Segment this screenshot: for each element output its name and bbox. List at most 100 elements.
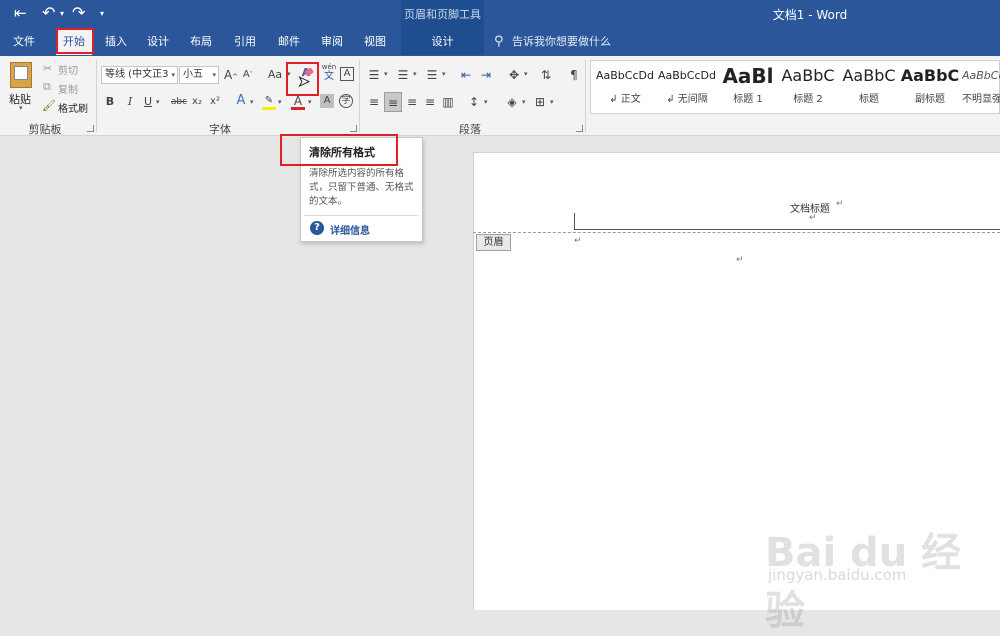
tell-me-search[interactable]: 告诉我你想要做什么 — [512, 28, 611, 55]
chevron-down-icon[interactable]: ▾ — [384, 70, 388, 78]
tooltip-divider — [304, 215, 419, 216]
chevron-down-icon[interactable]: ▾ — [550, 98, 554, 106]
character-border-icon[interactable]: A — [340, 67, 354, 81]
paragraph-mark: ↵ — [836, 199, 844, 209]
help-icon[interactable]: ? — [310, 221, 324, 235]
chevron-down-icon[interactable]: ▾ — [156, 98, 160, 106]
context-group-title: 页眉和页脚工具 — [404, 8, 481, 21]
chevron-down-icon[interactable]: ▾ — [250, 98, 254, 106]
paragraph-group-label: 段落 — [459, 123, 481, 136]
italic-button[interactable]: I — [123, 93, 137, 111]
font-size-combo[interactable]: 小五 ▾ — [179, 66, 219, 84]
borders-icon[interactable]: ⊞ — [532, 93, 548, 111]
multilevel-list-icon[interactable]: ☰ — [424, 66, 440, 84]
style-name: 副标题 — [915, 94, 945, 105]
increase-indent-icon[interactable]: ⇥ — [478, 66, 494, 84]
style-preview: AaBbC — [842, 66, 896, 85]
font-group-label: 字体 — [209, 123, 231, 136]
tab-insert[interactable]: 插入 — [99, 28, 133, 55]
change-case-button[interactable]: Aa — [265, 66, 285, 84]
tab-view[interactable]: 视图 — [358, 28, 392, 55]
text-effects-icon[interactable]: A — [234, 92, 248, 110]
grow-font-icon[interactable]: A^ — [223, 66, 239, 84]
phonetic-pinyin: wén — [321, 63, 337, 71]
font-name-combo[interactable]: 等线 (中文正3 ▾ — [101, 66, 178, 84]
underline-button[interactable]: U — [141, 93, 155, 111]
style-heading-2[interactable]: AaBbC 标题 2 — [778, 62, 838, 110]
justify-icon[interactable]: ≡ — [422, 93, 438, 111]
style-subtitle[interactable]: AaBbC 副标题 — [900, 62, 960, 110]
tab-layout[interactable]: 布局 — [184, 28, 218, 55]
format-painter-icon[interactable]: 🖌 — [42, 99, 56, 112]
enclose-characters-icon[interactable]: 字 — [339, 94, 353, 108]
character-shading-icon[interactable]: A — [320, 94, 334, 108]
decrease-indent-icon[interactable]: ⇤ — [458, 66, 474, 84]
font-size-value: 小五 — [183, 69, 203, 80]
style-preview: AaBbCcDd — [658, 69, 716, 82]
tab-review[interactable]: 审阅 — [315, 28, 349, 55]
align-left-icon[interactable]: ≡ — [366, 93, 382, 111]
line-spacing-icon[interactable]: ↕ — [466, 93, 482, 111]
shrink-font-icon[interactable]: Aˇ — [241, 66, 255, 84]
cut-icon[interactable]: ✂ — [43, 62, 52, 75]
header-margin-mark — [574, 213, 575, 230]
style-name: 标题 — [859, 94, 879, 105]
chinese-layout-icon[interactable]: ✥ — [506, 66, 522, 84]
cut-button[interactable]: 剪切 — [58, 62, 78, 77]
paragraph-launcher-icon[interactable] — [576, 125, 583, 132]
tooltip-more-info-link[interactable]: 详细信息 — [330, 222, 370, 237]
highlight-color-swatch — [262, 107, 276, 110]
distributed-icon[interactable]: ▥ — [440, 93, 456, 111]
style-subtle-emphasis[interactable]: AaBbCcD 不明显强 — [962, 62, 1000, 110]
chevron-down-icon[interactable]: ▾ — [413, 70, 417, 78]
chevron-down-icon[interactable]: ▾ — [484, 98, 488, 106]
paste-icon-sheet — [14, 66, 28, 80]
align-right-icon[interactable]: ≡ — [404, 93, 420, 111]
shading-icon[interactable]: ◈ — [504, 93, 520, 111]
style-preview: AaBbC — [900, 66, 960, 85]
customize-icon[interactable]: ▾ — [100, 9, 104, 18]
chevron-down-icon[interactable]: ▾ — [278, 98, 282, 106]
sort-icon[interactable]: ⇅ — [538, 66, 554, 84]
redo-icon[interactable]: ↷ — [72, 3, 85, 22]
copy-button[interactable]: 复制 — [58, 81, 78, 96]
strikethrough-button[interactable]: abc — [169, 93, 189, 111]
copy-icon[interactable]: ⧉ — [43, 80, 51, 94]
undo-icon[interactable]: ↶ — [42, 3, 55, 22]
clipboard-launcher-icon[interactable] — [87, 125, 94, 132]
bullets-icon[interactable]: ☰ — [366, 66, 382, 84]
font-launcher-icon[interactable] — [350, 125, 357, 132]
tab-mailings[interactable]: 邮件 — [272, 28, 306, 55]
watermark-url: jingyan.baidu.com — [768, 566, 907, 584]
chevron-down-icon[interactable]: ▾ — [522, 98, 526, 106]
superscript-button[interactable]: x² — [208, 93, 222, 111]
subscript-button[interactable]: x₂ — [190, 93, 204, 111]
format-painter-button[interactable]: 格式刷 — [58, 100, 88, 115]
chevron-down-icon[interactable]: ▾ — [524, 70, 528, 78]
tab-references[interactable]: 引用 — [228, 28, 262, 55]
tab-header-footer-design[interactable]: 设计 — [401, 28, 484, 55]
bold-button[interactable]: B — [103, 93, 117, 111]
numbering-icon[interactable]: ☰ — [395, 66, 411, 84]
paragraph-mark: ↵ — [736, 255, 744, 265]
style-normal[interactable]: AaBbCcDd ↲ 正文 — [595, 62, 655, 110]
group-separator — [585, 60, 586, 132]
tab-file[interactable]: 文件 — [6, 28, 42, 55]
style-preview: AaBbCcDd — [596, 69, 654, 82]
chevron-down-icon: ▾ — [212, 71, 216, 79]
show-marks-icon[interactable]: ¶ — [566, 66, 582, 84]
style-title[interactable]: AaBbC 标题 — [839, 62, 899, 110]
phonetic-guide-icon[interactable]: wén 文 — [321, 63, 337, 82]
style-heading-1[interactable]: AaBl 标题 1 — [718, 62, 778, 110]
tooltip-description: 清除所选内容的所有格式，只留下普通、无格式的文本。 — [309, 168, 414, 207]
clear-formatting-highlight — [286, 62, 319, 96]
undo-dropdown-icon[interactable]: ▾ — [60, 9, 64, 18]
chevron-down-icon[interactable]: ▾ — [442, 70, 446, 78]
style-no-spacing[interactable]: AaBbCcDd ↲ 无间隔 — [657, 62, 717, 110]
paste-dropdown-icon[interactable]: ▾ — [19, 104, 23, 112]
tab-design[interactable]: 设计 — [141, 28, 175, 55]
chevron-down-icon[interactable]: ▾ — [308, 98, 312, 106]
group-separator — [359, 60, 360, 132]
align-center-icon[interactable]: ≡ — [384, 92, 402, 112]
back-icon[interactable]: ⇤ — [14, 4, 27, 22]
